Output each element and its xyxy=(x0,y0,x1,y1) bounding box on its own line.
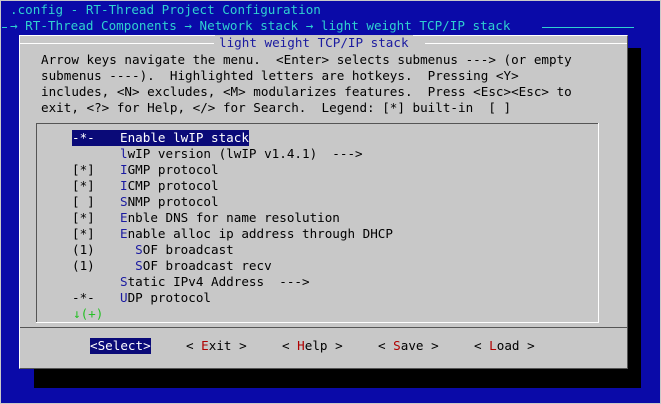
breadcrumb: → RT-Thread Components → Network stack →… xyxy=(10,18,511,33)
help-text: Arrow keys navigate the menu. <Enter> se… xyxy=(41,52,572,116)
breadcrumb-rule-right xyxy=(542,27,634,28)
menu-item-icmp[interactable]: [*] ICMP protocol xyxy=(72,178,219,194)
menu-item-hotkey: S xyxy=(120,194,128,209)
menu-item-hotkey: E xyxy=(120,130,128,145)
menu-item-label: NMP protocol xyxy=(127,194,219,209)
menu-border-bottom xyxy=(36,322,599,323)
menu-item-label: OF broadcast xyxy=(142,242,234,257)
save-button[interactable]: < Save > xyxy=(378,338,439,354)
menu-item-hotkey: U xyxy=(120,290,128,305)
help-line: submenus ----). Highlighted letters are … xyxy=(41,68,519,83)
menu-item-dns[interactable]: [*] Enble DNS for name resolution xyxy=(72,210,340,226)
save-button-hotkey: S xyxy=(393,338,401,353)
menu-border-left xyxy=(36,123,37,323)
menu-item-dhcp[interactable]: [*] Enable alloc ip address through DHCP xyxy=(72,226,393,242)
help-button[interactable]: < Help > xyxy=(282,338,343,354)
menu-item-prefix: [*] xyxy=(72,210,95,225)
menu-item-label: nble DNS for name resolution xyxy=(127,210,340,225)
menu-item-hotkey: E xyxy=(120,226,128,241)
menu-dialog: light weight TCP/IP stack Arrow keys nav… xyxy=(19,35,628,369)
help-button-label: elp > xyxy=(304,338,343,353)
menu-item-hotkey: I xyxy=(120,178,128,193)
dialog-title-rule-left xyxy=(20,43,214,44)
menu-item-indent xyxy=(120,258,135,273)
exit-button-label: xit > xyxy=(208,338,247,353)
menu-border-top xyxy=(36,123,599,124)
help-line: includes, <N> excludes, <M> modularizes … xyxy=(41,84,572,99)
window-title: .config - RT-Thread Project Configuratio… xyxy=(10,2,321,17)
menu-item-indent xyxy=(120,242,135,257)
menu-item-static-ipv4[interactable]: Static IPv4 Address ---> xyxy=(72,274,310,290)
menu-item-label: nable alloc ip address through DHCP xyxy=(127,226,393,241)
breadcrumb-rule-left xyxy=(2,27,7,28)
save-button-bracket: < xyxy=(378,338,394,353)
load-button-bracket: < xyxy=(474,338,490,353)
menu-item-label: nable lwIP stack xyxy=(127,130,249,145)
menu-item-prefix: -*- xyxy=(72,130,95,145)
menu-item-label: wIP version (lwIP v1.4.1) ---> xyxy=(127,146,363,161)
menu-item-hotkey: S xyxy=(135,258,143,273)
menu-item-label: CMP protocol xyxy=(127,178,219,193)
menu-list: -*- Enable lwIP stack lwIP version (lwIP … xyxy=(36,123,599,323)
menu-item-prefix: [*] xyxy=(72,178,95,193)
menu-item-prefix: [*] xyxy=(72,226,95,241)
menu-item-udp[interactable]: -*- UDP protocol xyxy=(72,290,211,306)
menu-item-hotkey: E xyxy=(120,210,128,225)
menu-item-sof-broadcast-recv[interactable]: (1) SOF broadcast recv xyxy=(72,258,272,274)
menu-item-prefix: (1) xyxy=(72,242,95,257)
menu-item-label: GMP protocol xyxy=(127,162,219,177)
dialog-title-rule-right xyxy=(425,43,627,44)
menu-item-lwip-version[interactable]: lwIP version (lwIP v1.4.1) ---> xyxy=(72,146,363,162)
help-line: exit, <?> for Help, </> for Search. Lege… xyxy=(41,100,512,115)
menu-border-right xyxy=(598,123,599,323)
help-button-hotkey: H xyxy=(297,338,305,353)
more-items-indicator: ↓(+) xyxy=(73,306,104,321)
exit-button-bracket: < xyxy=(186,338,202,353)
select-button[interactable]: <Select> xyxy=(90,338,151,354)
exit-button-hotkey: E xyxy=(201,338,209,353)
help-line: Arrow keys navigate the menu. <Enter> se… xyxy=(41,52,572,67)
load-button-hotkey: L xyxy=(489,338,497,353)
menu-item-hotkey: l xyxy=(120,146,128,161)
menu-item-prefix: -*- xyxy=(72,290,95,305)
menu-item-snmp[interactable]: [ ] SNMP protocol xyxy=(72,194,219,210)
button-separator xyxy=(20,327,627,328)
save-button-label: ave > xyxy=(400,338,439,353)
menu-item-hotkey: S xyxy=(135,242,143,257)
help-button-bracket: < xyxy=(282,338,298,353)
menu-item-prefix: (1) xyxy=(72,258,95,273)
menu-item-hotkey: S xyxy=(120,274,128,289)
menu-item-label: DP protocol xyxy=(127,290,211,305)
menu-item-prefix: [ ] xyxy=(72,194,95,209)
menu-item-enable-lwip[interactable]: -*- Enable lwIP stack xyxy=(72,130,249,146)
menu-item-sof-broadcast[interactable]: (1) SOF broadcast xyxy=(72,242,234,258)
menu-item-label: OF broadcast recv xyxy=(142,258,272,273)
menu-item-label: tatic IPv4 Address ---> xyxy=(127,274,310,289)
menu-item-igmp[interactable]: [*] IGMP protocol xyxy=(72,162,219,178)
load-button-label: oad > xyxy=(496,338,535,353)
dialog-title: light weight TCP/IP stack xyxy=(215,35,413,51)
exit-button[interactable]: < Exit > xyxy=(186,338,247,354)
menu-item-hotkey: I xyxy=(120,162,128,177)
menu-item-prefix: [*] xyxy=(72,162,95,177)
load-button[interactable]: < Load > xyxy=(474,338,535,354)
